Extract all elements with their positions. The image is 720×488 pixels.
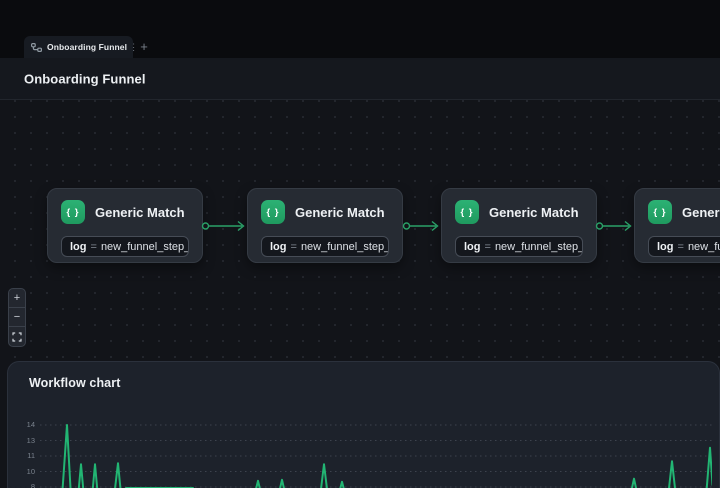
- tab-bar: Onboarding Funnel ⋮ +: [0, 36, 720, 58]
- page-header: Onboarding Funnel: [0, 58, 720, 100]
- edge-source-handle[interactable]: [404, 223, 410, 229]
- chart-title: Workflow chart: [29, 376, 120, 390]
- zoom-in-button[interactable]: +: [9, 289, 25, 308]
- workflow-icon: [31, 43, 42, 52]
- canvas-zoom-controls: + −: [8, 288, 26, 347]
- workflow-chart-panel: Workflow chart 14 13 11 10 8: [7, 361, 720, 488]
- pill-operator: =: [678, 241, 684, 253]
- pill-value: new_funnel_step_4: [688, 241, 720, 253]
- pill-field: log: [270, 241, 287, 253]
- pill-operator: =: [91, 241, 97, 253]
- edge-connector-3[interactable]: [595, 220, 634, 232]
- node-condition-pill: log = new_funnel_step_3: [455, 236, 583, 257]
- zoom-out-button[interactable]: −: [9, 308, 25, 327]
- node-title: Generic Match: [95, 205, 185, 220]
- pill-field: log: [464, 241, 481, 253]
- chart-area: Workflow chart 14 13 11 10 8: [8, 362, 719, 488]
- pill-value: new_funnel_step_1: [101, 241, 189, 253]
- node-generic-match-3[interactable]: { } Generic Match log = new_funnel_step_3: [441, 188, 597, 263]
- node-header: { } Generic Match: [61, 200, 189, 224]
- node-title: Generic Match: [489, 205, 579, 220]
- node-title: Generic Match: [682, 205, 720, 220]
- pill-field: log: [70, 241, 87, 253]
- page-title: Onboarding Funnel: [24, 71, 146, 86]
- edge-connector-2[interactable]: [402, 220, 441, 232]
- pill-operator: =: [291, 241, 297, 253]
- node-generic-match-1[interactable]: { } Generic Match log = new_funnel_step_1: [47, 188, 203, 263]
- node-header: { } Generic Match: [455, 200, 583, 224]
- tab-label: Onboarding Funnel: [47, 42, 127, 52]
- new-tab-button[interactable]: +: [136, 39, 152, 55]
- node-title: Generic Match: [295, 205, 385, 220]
- pill-value: new_funnel_step_3: [495, 241, 583, 253]
- braces-icon: { }: [261, 200, 285, 224]
- edge-connector-1[interactable]: [201, 220, 247, 232]
- y-axis-tick-label: 11: [8, 451, 35, 461]
- braces-icon: { }: [61, 200, 85, 224]
- fit-view-button[interactable]: [9, 327, 25, 346]
- edge-source-handle[interactable]: [203, 223, 209, 229]
- pill-field: log: [657, 241, 674, 253]
- pill-operator: =: [485, 241, 491, 253]
- window-top-bar: [0, 0, 720, 36]
- y-axis-tick-label: 10: [8, 467, 35, 477]
- fit-view-icon: [12, 332, 22, 342]
- edge-source-handle[interactable]: [597, 223, 603, 229]
- workflow-chart: [40, 419, 712, 488]
- braces-icon: { }: [648, 200, 672, 224]
- y-axis-tick-label: 14: [8, 420, 35, 430]
- node-header: { } Generic Match: [261, 200, 389, 224]
- tab-onboarding-funnel[interactable]: Onboarding Funnel ⋮: [24, 36, 133, 58]
- node-condition-pill: log = new_funnel_step_4: [648, 236, 720, 257]
- y-axis-tick-label: 13: [8, 436, 35, 446]
- node-header: { } Generic Match: [648, 200, 720, 224]
- braces-icon: { }: [455, 200, 479, 224]
- node-condition-pill: log = new_funnel_step_2: [261, 236, 389, 257]
- y-axis-tick-label: 8: [8, 482, 35, 488]
- node-condition-pill: log = new_funnel_step_1: [61, 236, 189, 257]
- pill-value: new_funnel_step_2: [301, 241, 389, 253]
- node-generic-match-2[interactable]: { } Generic Match log = new_funnel_step_2: [247, 188, 403, 263]
- node-generic-match-4[interactable]: { } Generic Match log = new_funnel_step_4: [634, 188, 720, 263]
